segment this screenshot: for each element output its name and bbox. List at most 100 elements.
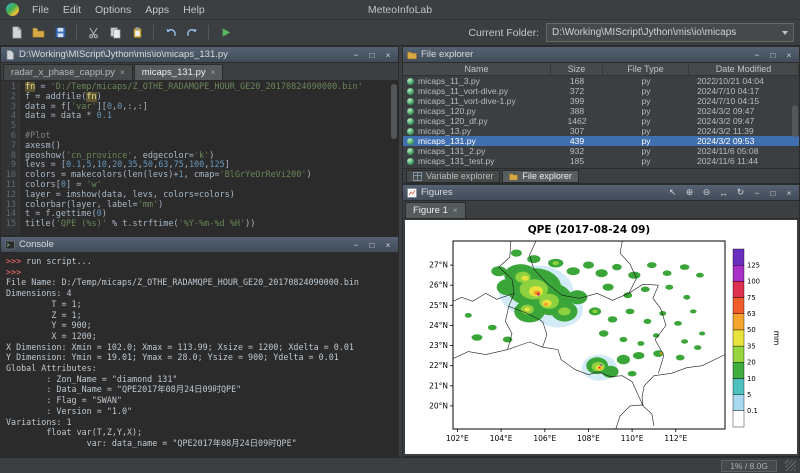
file-type: py — [603, 146, 689, 156]
svg-text:27°N: 27°N — [429, 261, 448, 270]
console-output[interactable]: >>> run script...>>> File Name: D:/Temp/… — [1, 253, 398, 456]
close-panel-icon[interactable]: × — [382, 49, 394, 61]
menu-options[interactable]: Options — [88, 2, 138, 18]
memory-indicator[interactable]: 1% / 8.0G — [721, 460, 777, 472]
float-panel-icon[interactable]: □ — [366, 239, 378, 251]
run-script-button[interactable] — [215, 23, 235, 43]
paste-icon — [131, 26, 144, 39]
close-tab-icon[interactable]: × — [453, 206, 458, 215]
explorer-bottom-tabs: Variable explorerFile explorer — [403, 168, 799, 183]
file-row[interactable]: micaps_131_2.py932py2024/11/6 05:08 — [403, 146, 799, 156]
current-folder-combobox[interactable]: D:\Working\MIScript\Jython\mis\io\micaps — [546, 23, 794, 42]
svg-text:75: 75 — [747, 294, 756, 302]
python-file-icon — [407, 88, 414, 95]
svg-text:25°N: 25°N — [429, 301, 448, 310]
menu-apps[interactable]: Apps — [138, 2, 176, 18]
svg-text:106°E: 106°E — [533, 434, 556, 443]
file-row[interactable]: micaps_131.py439py2024/3/2 09:53 — [403, 136, 799, 146]
undo-button[interactable] — [160, 23, 180, 43]
float-panel-icon[interactable]: □ — [366, 49, 378, 61]
svg-text:26°N: 26°N — [429, 281, 448, 290]
resize-grip-icon[interactable] — [785, 460, 796, 471]
menu-file[interactable]: File — [25, 2, 56, 18]
copy-button[interactable] — [105, 23, 125, 43]
editor-tab[interactable]: micaps_131.py× — [134, 64, 224, 80]
file-size: 388 — [551, 106, 603, 116]
run-icon — [219, 26, 232, 39]
column-header-size[interactable]: Size — [551, 63, 603, 75]
tab-file-explorer[interactable]: File explorer — [502, 170, 579, 183]
file-name: micaps_131.py — [418, 136, 476, 146]
editor-tab[interactable]: radar_x_phase_cappi.py× — [3, 64, 133, 80]
paste-button[interactable] — [127, 23, 147, 43]
console-panel-title: Console — [19, 239, 54, 250]
code-area[interactable]: fn = 'D:/Temp/micaps/Z_OTHE_RADAMQPE_HOU… — [20, 81, 398, 235]
file-row[interactable]: micaps_120_df.py1462py2024/3/2 09:47 — [403, 116, 799, 126]
file-row[interactable]: micaps_11_vort-dive-1.py399py2024/7/10 0… — [403, 96, 799, 106]
file-date-modified: 2024/11/6 05:08 — [689, 146, 799, 156]
new-file-button[interactable] — [6, 23, 26, 43]
close-panel-icon[interactable]: × — [783, 49, 795, 61]
menu-edit[interactable]: Edit — [56, 2, 88, 18]
figures-panel-title: Figures — [421, 187, 453, 198]
file-type: py — [603, 126, 689, 136]
pan-icon[interactable]: ↔ — [717, 186, 730, 199]
minimize-panel-icon[interactable]: − — [350, 239, 362, 251]
file-type: py — [603, 156, 689, 166]
zoom-out-icon[interactable]: ⊖ — [700, 186, 713, 199]
minimize-panel-icon[interactable]: − — [751, 187, 763, 199]
file-explorer-icon — [509, 172, 518, 181]
file-row[interactable]: micaps_13.py307py2024/3/2 11:39 — [403, 126, 799, 136]
file-name: micaps_13.py — [418, 126, 471, 136]
python-file-icon — [407, 158, 414, 165]
figure-tab[interactable]: Figure 1 × — [405, 202, 466, 218]
column-header-name[interactable]: Name — [403, 63, 551, 75]
editor-panel-header: D:\Working\MIScript\Jython\mis\io\micaps… — [1, 47, 398, 63]
close-panel-icon[interactable]: × — [783, 187, 795, 199]
redo-button[interactable] — [182, 23, 202, 43]
editor-scrollbar[interactable] — [391, 82, 397, 234]
select-arrow-icon[interactable]: ↖ — [666, 186, 679, 199]
file-row[interactable]: micaps_11_3.py168py2022/10/21 04:04 — [403, 76, 799, 86]
chevron-down-icon[interactable] — [782, 31, 788, 35]
open-file-button[interactable] — [28, 23, 48, 43]
file-row[interactable]: micaps_131_test.py185py2024/11/6 11:44 — [403, 156, 799, 166]
column-header-date-modified[interactable]: Date Modified — [689, 63, 799, 75]
minimize-panel-icon[interactable]: − — [350, 49, 362, 61]
svg-text:125: 125 — [747, 262, 760, 270]
svg-text:102°E: 102°E — [446, 434, 469, 443]
file-size: 1462 — [551, 116, 603, 126]
menu-help[interactable]: Help — [176, 2, 212, 18]
console-panel: Console − □ × >>> run script...>>> File … — [0, 236, 399, 457]
close-tab-icon[interactable]: × — [211, 68, 216, 77]
current-folder-value: D:\Working\MIScript\Jython\mis\io\micaps — [552, 27, 777, 38]
code-editor[interactable]: 123456789101112131415 fn = 'D:/Temp/mica… — [1, 81, 398, 235]
file-type: py — [603, 76, 689, 86]
close-panel-icon[interactable]: × — [382, 239, 394, 251]
editor-panel: D:\Working\MIScript\Jython\mis\io\micaps… — [0, 46, 399, 236]
file-row[interactable]: micaps_11_vort-dive.py372py2024/7/10 04:… — [403, 86, 799, 96]
scrollbar-thumb[interactable] — [792, 105, 798, 137]
tab-variable-explorer[interactable]: Variable explorer — [406, 170, 500, 183]
save-file-button[interactable] — [50, 23, 70, 43]
file-type: py — [603, 116, 689, 126]
figure-tab-label: Figure 1 — [413, 205, 448, 216]
file-explorer-panel: File explorer − □ × NameSizeFile TypeDat… — [402, 46, 800, 184]
scrollbar-thumb[interactable] — [391, 84, 397, 139]
zoom-in-icon[interactable]: ⊕ — [683, 186, 696, 199]
qpe-map: QPE (2017-08-24 09)102°E104°E106°E108°E1… — [411, 221, 791, 453]
float-panel-icon[interactable]: □ — [767, 187, 779, 199]
file-date-modified: 2024/3/2 09:53 — [689, 136, 799, 146]
file-size: 307 — [551, 126, 603, 136]
refresh-icon[interactable]: ↻ — [734, 186, 747, 199]
figure-canvas[interactable]: QPE (2017-08-24 09)102°E104°E106°E108°E1… — [405, 220, 797, 454]
cut-button[interactable] — [83, 23, 103, 43]
close-tab-icon[interactable]: × — [120, 68, 125, 77]
file-row[interactable]: micaps_120.py388py2024/3/2 09:47 — [403, 106, 799, 116]
minimize-panel-icon[interactable]: − — [751, 49, 763, 61]
app-logo-icon — [6, 3, 19, 16]
save-icon — [54, 26, 67, 39]
file-table-scrollbar[interactable] — [792, 77, 798, 167]
float-panel-icon[interactable]: □ — [767, 49, 779, 61]
column-header-file-type[interactable]: File Type — [603, 63, 689, 75]
